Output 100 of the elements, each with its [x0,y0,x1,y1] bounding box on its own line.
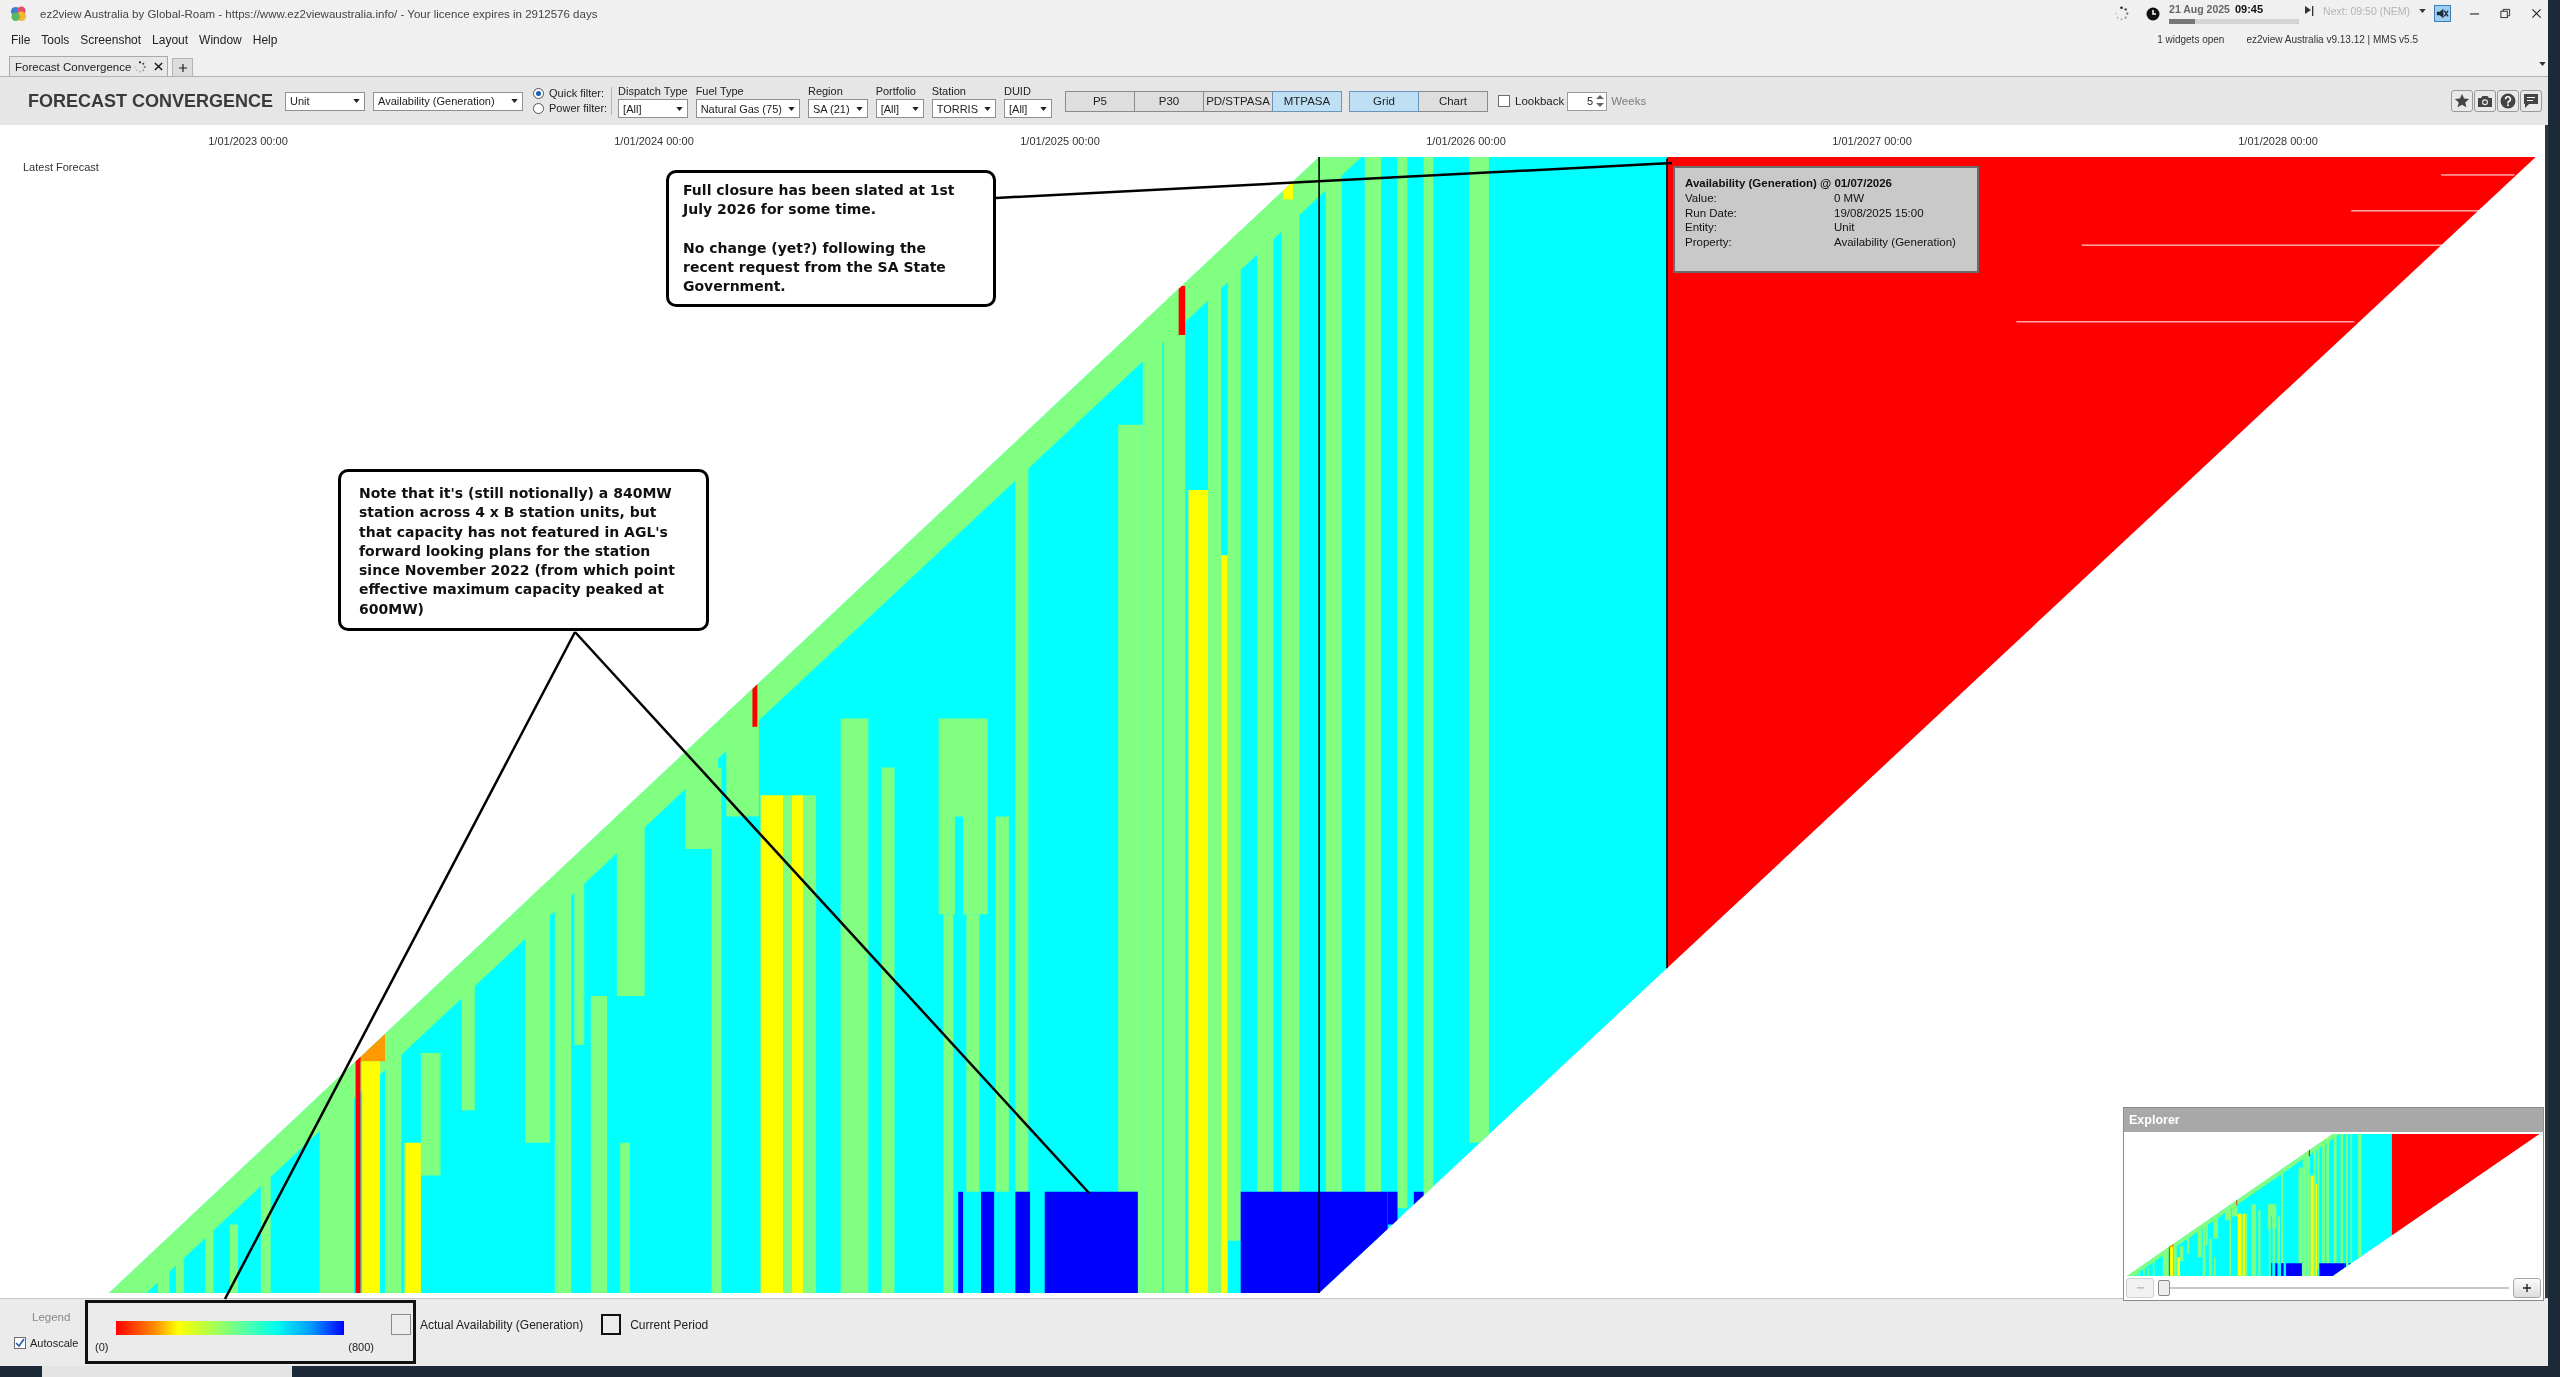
menu-item[interactable]: Window [194,33,247,47]
restore-icon[interactable] [2500,8,2511,19]
lookback-checkbox[interactable] [1498,95,1510,107]
filter-dropdown[interactable]: [All] [618,99,688,118]
axis-label: 1/01/2026 00:00 [1425,135,1507,147]
filter-dropdown[interactable]: [All] [1004,99,1052,118]
help-button[interactable] [2497,90,2519,112]
tooltip-value: Availability (Generation) [1834,234,1956,249]
axis-label: 1/01/2027 00:00 [1831,135,1913,147]
tooltip-key: Property: [1685,234,1834,249]
time-scale-tab[interactable]: MTPASA [1272,90,1342,112]
caret-icon [855,106,863,111]
explorer-title-bar: Explorer [2124,1108,2543,1132]
caret-icon [511,99,519,103]
filter-label: Region [807,84,844,98]
caret-icon[interactable] [2419,8,2426,13]
callout-text: No change (yet?) following the recent request from the SA State Government. [683,238,947,297]
menu-item[interactable]: Screenshot [75,33,147,47]
screenshot-button[interactable] [2474,90,2496,112]
filter-dropdown[interactable]: Natural Gas (75) [695,99,800,118]
menu-item[interactable]: Layout [147,33,194,47]
weeks-spin-field[interactable]: 5 [1567,91,1608,111]
radio-button[interactable] [533,103,545,114]
close-icon[interactable] [2531,8,2542,19]
callout-text: Note that it's (still notionally) a 840MW station across 4 x B station units, but that capacity has not featured in AGL's forward looking plans for the station since November 2022 (from which point effective maximum capacity peaked at 600MW) [359,484,676,619]
plus-icon [178,63,187,72]
scale-min-label: (0) [95,1341,109,1353]
help-icon [2500,93,2516,109]
app-icon [10,5,27,22]
version-text: ez2view Australia v9.13.12 | MMS v5.5 [2246,33,2418,45]
radio-label: Quick filter: [549,87,605,100]
filter-dropdown[interactable]: TORRIS [931,99,996,118]
mute-button[interactable] [2434,5,2451,22]
caret-icon [911,106,919,111]
zoom-in-button[interactable] [2513,1278,2541,1298]
plus-icon [2523,1284,2531,1292]
tooltip-value: 19/08/2025 15:00 [1834,205,1924,220]
clock-icon [2146,6,2161,21]
property-dropdown[interactable]: Availability (Generation) [373,91,524,111]
filter-dropdown[interactable]: SA (21) [807,99,868,118]
loading-spinner-icon [134,60,147,73]
axis-label: 1/01/2023 00:00 [207,135,289,147]
play-marker-icon [2305,5,2315,16]
time-scale-tab[interactable]: P30 [1134,90,1204,112]
tooltip-value: Unit [1834,220,1855,235]
tooltip-title: Availability (Generation) @ 01/07/2026 [1685,176,1893,191]
menu-item[interactable]: Tools [36,33,75,47]
menu-item[interactable]: File [6,33,36,47]
heatmap-overview-drawing[interactable] [2127,1134,2540,1276]
tooltip-key: Value: [1685,191,1834,206]
menu-item[interactable]: Help [247,33,283,47]
new-tab-button[interactable] [172,58,194,76]
favorite-button[interactable] [2451,90,2473,112]
view-tab[interactable]: Grid [1349,90,1419,112]
heatmap-column [229,1224,238,1293]
filter-label: Portfolio [875,84,917,98]
filter-label: Fuel Type [695,84,745,98]
caret-icon [1040,106,1047,111]
checkmark-icon [15,1338,25,1348]
lookback-label: Lookback [1515,95,1565,107]
view-tab[interactable]: Chart [1418,90,1488,112]
tooltip-key: Run Date: [1685,205,1834,220]
row-label: Latest Forecast [23,161,99,173]
close-icon[interactable] [154,62,164,71]
filter-dropdown[interactable]: [All] [875,99,924,118]
spin-arrows-icon [1595,93,1606,109]
comment-button[interactable] [2520,90,2542,112]
autoscale-checkbox[interactable] [14,1337,26,1349]
radio-label: Power filter: [549,102,608,115]
callout-text: Full closure has been slated at 1st July 2026 for some time. [683,181,956,220]
speech-bubble-icon [2523,93,2539,109]
filter-label: Station [931,84,967,98]
swatch-icon [391,1314,411,1335]
heatmap-column [1283,181,1293,200]
time-text: 09:45 [2234,3,2264,16]
axis-label: 1/01/2028 00:00 [2237,135,2319,147]
tab[interactable]: Forecast Convergence [9,56,169,76]
slider-thumb[interactable] [2158,1280,2170,1296]
radio-button[interactable] [533,88,545,99]
caret-icon [353,99,361,103]
time-scale-tab[interactable]: PD/STPASA [1203,90,1273,112]
caret-icon[interactable] [2539,62,2546,66]
star-icon [2454,93,2470,109]
minus-icon [2136,1287,2144,1289]
legend-label: Actual Availability (Generation) [420,1317,584,1332]
date-text: 21 Aug 2025 [2169,3,2230,16]
camera-icon [2477,93,2493,109]
caret-icon [787,106,795,111]
loading-spinner-icon [2114,6,2130,21]
legend-title: Legend [32,1311,72,1323]
entity-dropdown[interactable]: Unit [285,91,366,111]
next-interval-text: Next: 09:50 (NEM) [2323,5,2410,17]
time-scale-tab[interactable]: P5 [1065,90,1135,112]
page-title: FORECAST CONVERGENCE [28,90,274,112]
swatch-icon [601,1314,622,1335]
weeks-label: Weeks [1611,95,1647,107]
widgets-count-text: 1 widgets open [2157,33,2225,45]
legend-label: Current Period [630,1317,709,1332]
tooltip-key: Entity: [1685,220,1834,235]
filter-label: Dispatch Type [618,84,688,98]
